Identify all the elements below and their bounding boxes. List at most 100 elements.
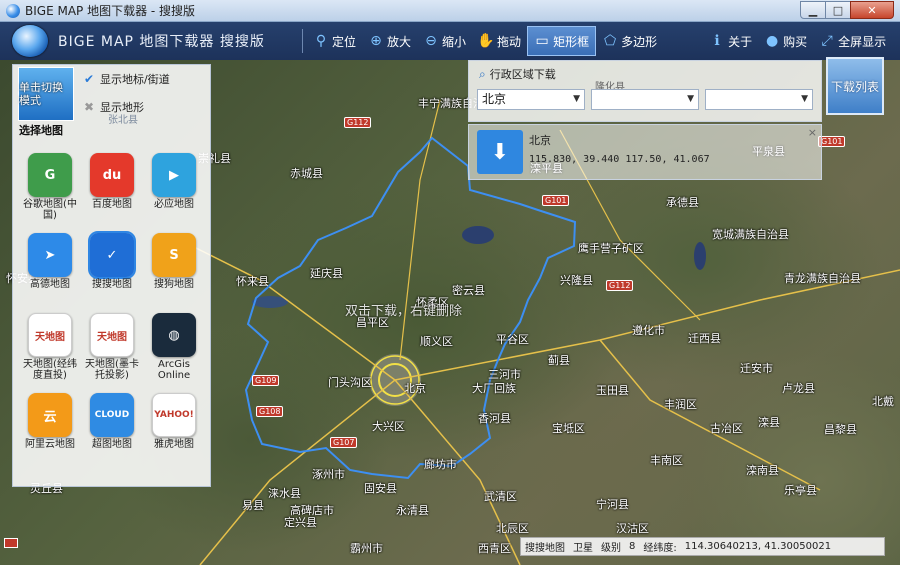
map-place-label: 平谷区 [496, 333, 529, 346]
minimize-button[interactable]: ▁ [800, 1, 826, 19]
download-list-button[interactable]: 下载列表 [826, 57, 884, 115]
toolbar-about[interactable]: ℹ 关于 [703, 26, 758, 56]
road-shield: G107 [330, 437, 358, 448]
location-pin-icon: ⚲ [315, 33, 327, 49]
map-place-label: 丰润区 [664, 398, 697, 411]
download-icon: ⬇ [477, 130, 523, 174]
map-source-tile[interactable]: 天地图 天地图(经纬度直投) [19, 313, 81, 387]
road-shield: G108 [256, 406, 284, 417]
map-source-label: 百度地图 [92, 199, 132, 210]
map-place-label: 滦县 [758, 416, 780, 429]
map-place-label: 霸州市 [350, 542, 383, 555]
map-source-tile[interactable]: ◍ ArcGis Online [143, 313, 205, 387]
chevron-down-icon: ▼ [687, 94, 694, 104]
map-source-logo-icon: CLOUD [90, 393, 134, 437]
map-place-label: 承德县 [666, 196, 699, 209]
road-shield: G109 [252, 375, 280, 386]
province-select[interactable]: 北京 ▼ [477, 89, 585, 110]
city-select[interactable]: ▼ [591, 89, 699, 110]
toolbar-fullscreen-label: 全屏显示 [838, 34, 887, 49]
road-shield: G101 [818, 136, 846, 147]
map-source-logo-icon: 天地图 [28, 313, 72, 357]
toolbar-locate-label: 定位 [332, 34, 357, 49]
toolbar-polygon[interactable]: ⬠ 多边形 [596, 26, 663, 56]
map-source-tile[interactable]: G 谷歌地图(中国) [19, 153, 81, 227]
map-source-tile[interactable]: CLOUD 超图地图 [81, 393, 143, 467]
status-level: 8 [629, 541, 636, 552]
status-mode: 卫星 [573, 543, 593, 554]
toolbar-polygon-label: 多边形 [621, 34, 658, 49]
map-place-label: 大兴区 [372, 420, 405, 433]
road-shield: G112 [606, 280, 634, 291]
map-place-label: 延庆县 [310, 267, 343, 280]
toolbar-buy[interactable]: ● 购买 [758, 26, 813, 56]
map-source-tile[interactable]: YAHOO! 雅虎地图 [143, 393, 205, 467]
map-source-label: 天地图(墨卡托投影) [85, 359, 139, 381]
reservoir [462, 226, 494, 244]
map-place-label: 丰南区 [650, 454, 683, 467]
scale-marker [4, 538, 18, 548]
toolbar-zoom-in[interactable]: ⊕ 放大 [362, 26, 417, 56]
main-toolbar: BIGE MAP 地图下载器 搜搜版 ⚲ 定位 ⊕ 放大 ⊖ 缩小 ✋ 拖动 ▭ 矩形框 … [0, 22, 900, 60]
district-select[interactable]: ▼ [705, 89, 813, 110]
toolbar-about-label: 关于 [728, 34, 753, 49]
map-source-logo-icon: du [90, 153, 134, 197]
task-coords: 115.830, 39.440 117.50, 41.067 [529, 154, 710, 165]
map-place-label: 香河县 [478, 412, 511, 425]
toolbar-zoom-out[interactable]: ⊖ 缩小 [417, 26, 472, 56]
map-place-label: 固安县 [364, 482, 397, 495]
window-controls: ▁ □ ✕ [800, 1, 894, 19]
switch-mode-button[interactable]: 单击切换模式 [18, 67, 74, 121]
map-place-label: 迁安市 [740, 362, 773, 375]
about-icon: ℹ [714, 33, 720, 49]
window-titlebar: BIGE MAP 地图下载器 - 搜搜版 ▁ □ ✕ [0, 0, 900, 22]
map-source-tile[interactable]: S 搜狗地图 [143, 233, 205, 307]
map-source-tile[interactable]: ✓ 搜搜地图 [81, 231, 143, 307]
map-source-label: 超图地图 [92, 439, 132, 450]
zoom-out-icon: ⊖ [425, 33, 437, 49]
map-source-tile[interactable]: ➤ 高德地图 [19, 233, 81, 307]
map-place-label: 滦南县 [746, 464, 779, 477]
map-place-label: 北京 [404, 382, 426, 395]
map-source-tile[interactable]: ▶ 必应地图 [143, 153, 205, 227]
map-place-label: 兴隆县 [560, 274, 593, 287]
toolbar-locate[interactable]: ⚲ 定位 [307, 26, 362, 56]
task-name: 北京 [529, 134, 551, 147]
toolbar-fullscreen[interactable]: ⤢ 全屏显示 [813, 26, 892, 56]
map-source-logo-icon: ◍ [152, 313, 196, 357]
chevron-down-icon: ▼ [801, 94, 808, 104]
map-place-label: 大厂回族 [472, 382, 516, 395]
status-coord-label: 经纬度: [643, 543, 677, 554]
map-watermark: 双击下载，右键删除 [345, 304, 463, 319]
map-source-tile[interactable]: du 百度地图 [81, 153, 143, 227]
map-source-panel: 单击切换模式 选择地图 ✔ 显示地标/街道 ✖ 显示地形 张北县 G 谷歌地图(中… [12, 64, 211, 487]
map-place-label: 西青区 [478, 542, 511, 555]
toolbar-rectangle[interactable]: ▭ 矩形框 [527, 26, 597, 56]
map-source-label: 谷歌地图(中国) [23, 199, 77, 221]
maximize-button[interactable]: □ [825, 1, 851, 19]
map-source-label: 搜搜地图 [92, 279, 132, 290]
zoom-in-icon: ⊕ [370, 33, 382, 49]
map-place-label: 蓟县 [548, 354, 570, 367]
map-source-tile[interactable]: 天地图 天地图(墨卡托投影) [81, 313, 143, 387]
map-place-label: 古冶区 [710, 422, 743, 435]
status-level-label: 级别 [601, 543, 621, 554]
app-logo [12, 25, 48, 57]
map-place-label: 乐亭县 [784, 484, 817, 497]
toolbar-pan[interactable]: ✋ 拖动 [472, 26, 527, 56]
app-globe-icon [6, 3, 20, 18]
map-source-label: 天地图(经纬度直投) [23, 359, 77, 381]
terrain-sub-label: 张北县 [108, 115, 138, 126]
map-source-logo-icon: 天地图 [90, 313, 134, 357]
toolbar-zoom-in-label: 放大 [387, 34, 412, 49]
region-panel-title-text: 行政区域下载 [489, 68, 556, 81]
road-shield: G112 [344, 117, 372, 128]
map-source-label: 必应地图 [154, 199, 194, 210]
task-close-icon[interactable]: × [808, 126, 817, 139]
map-source-logo-icon: G [28, 153, 72, 197]
download-task-card[interactable]: ⬇ 北京 115.830, 39.440 117.50, 41.067 × [468, 124, 822, 180]
map-place-label: 定兴县 [284, 516, 317, 529]
close-button[interactable]: ✕ [850, 1, 894, 19]
option-roads[interactable]: ✔ 显示地标/街道 [83, 71, 170, 87]
map-source-tile[interactable]: 云阿里云地图 [19, 393, 81, 467]
